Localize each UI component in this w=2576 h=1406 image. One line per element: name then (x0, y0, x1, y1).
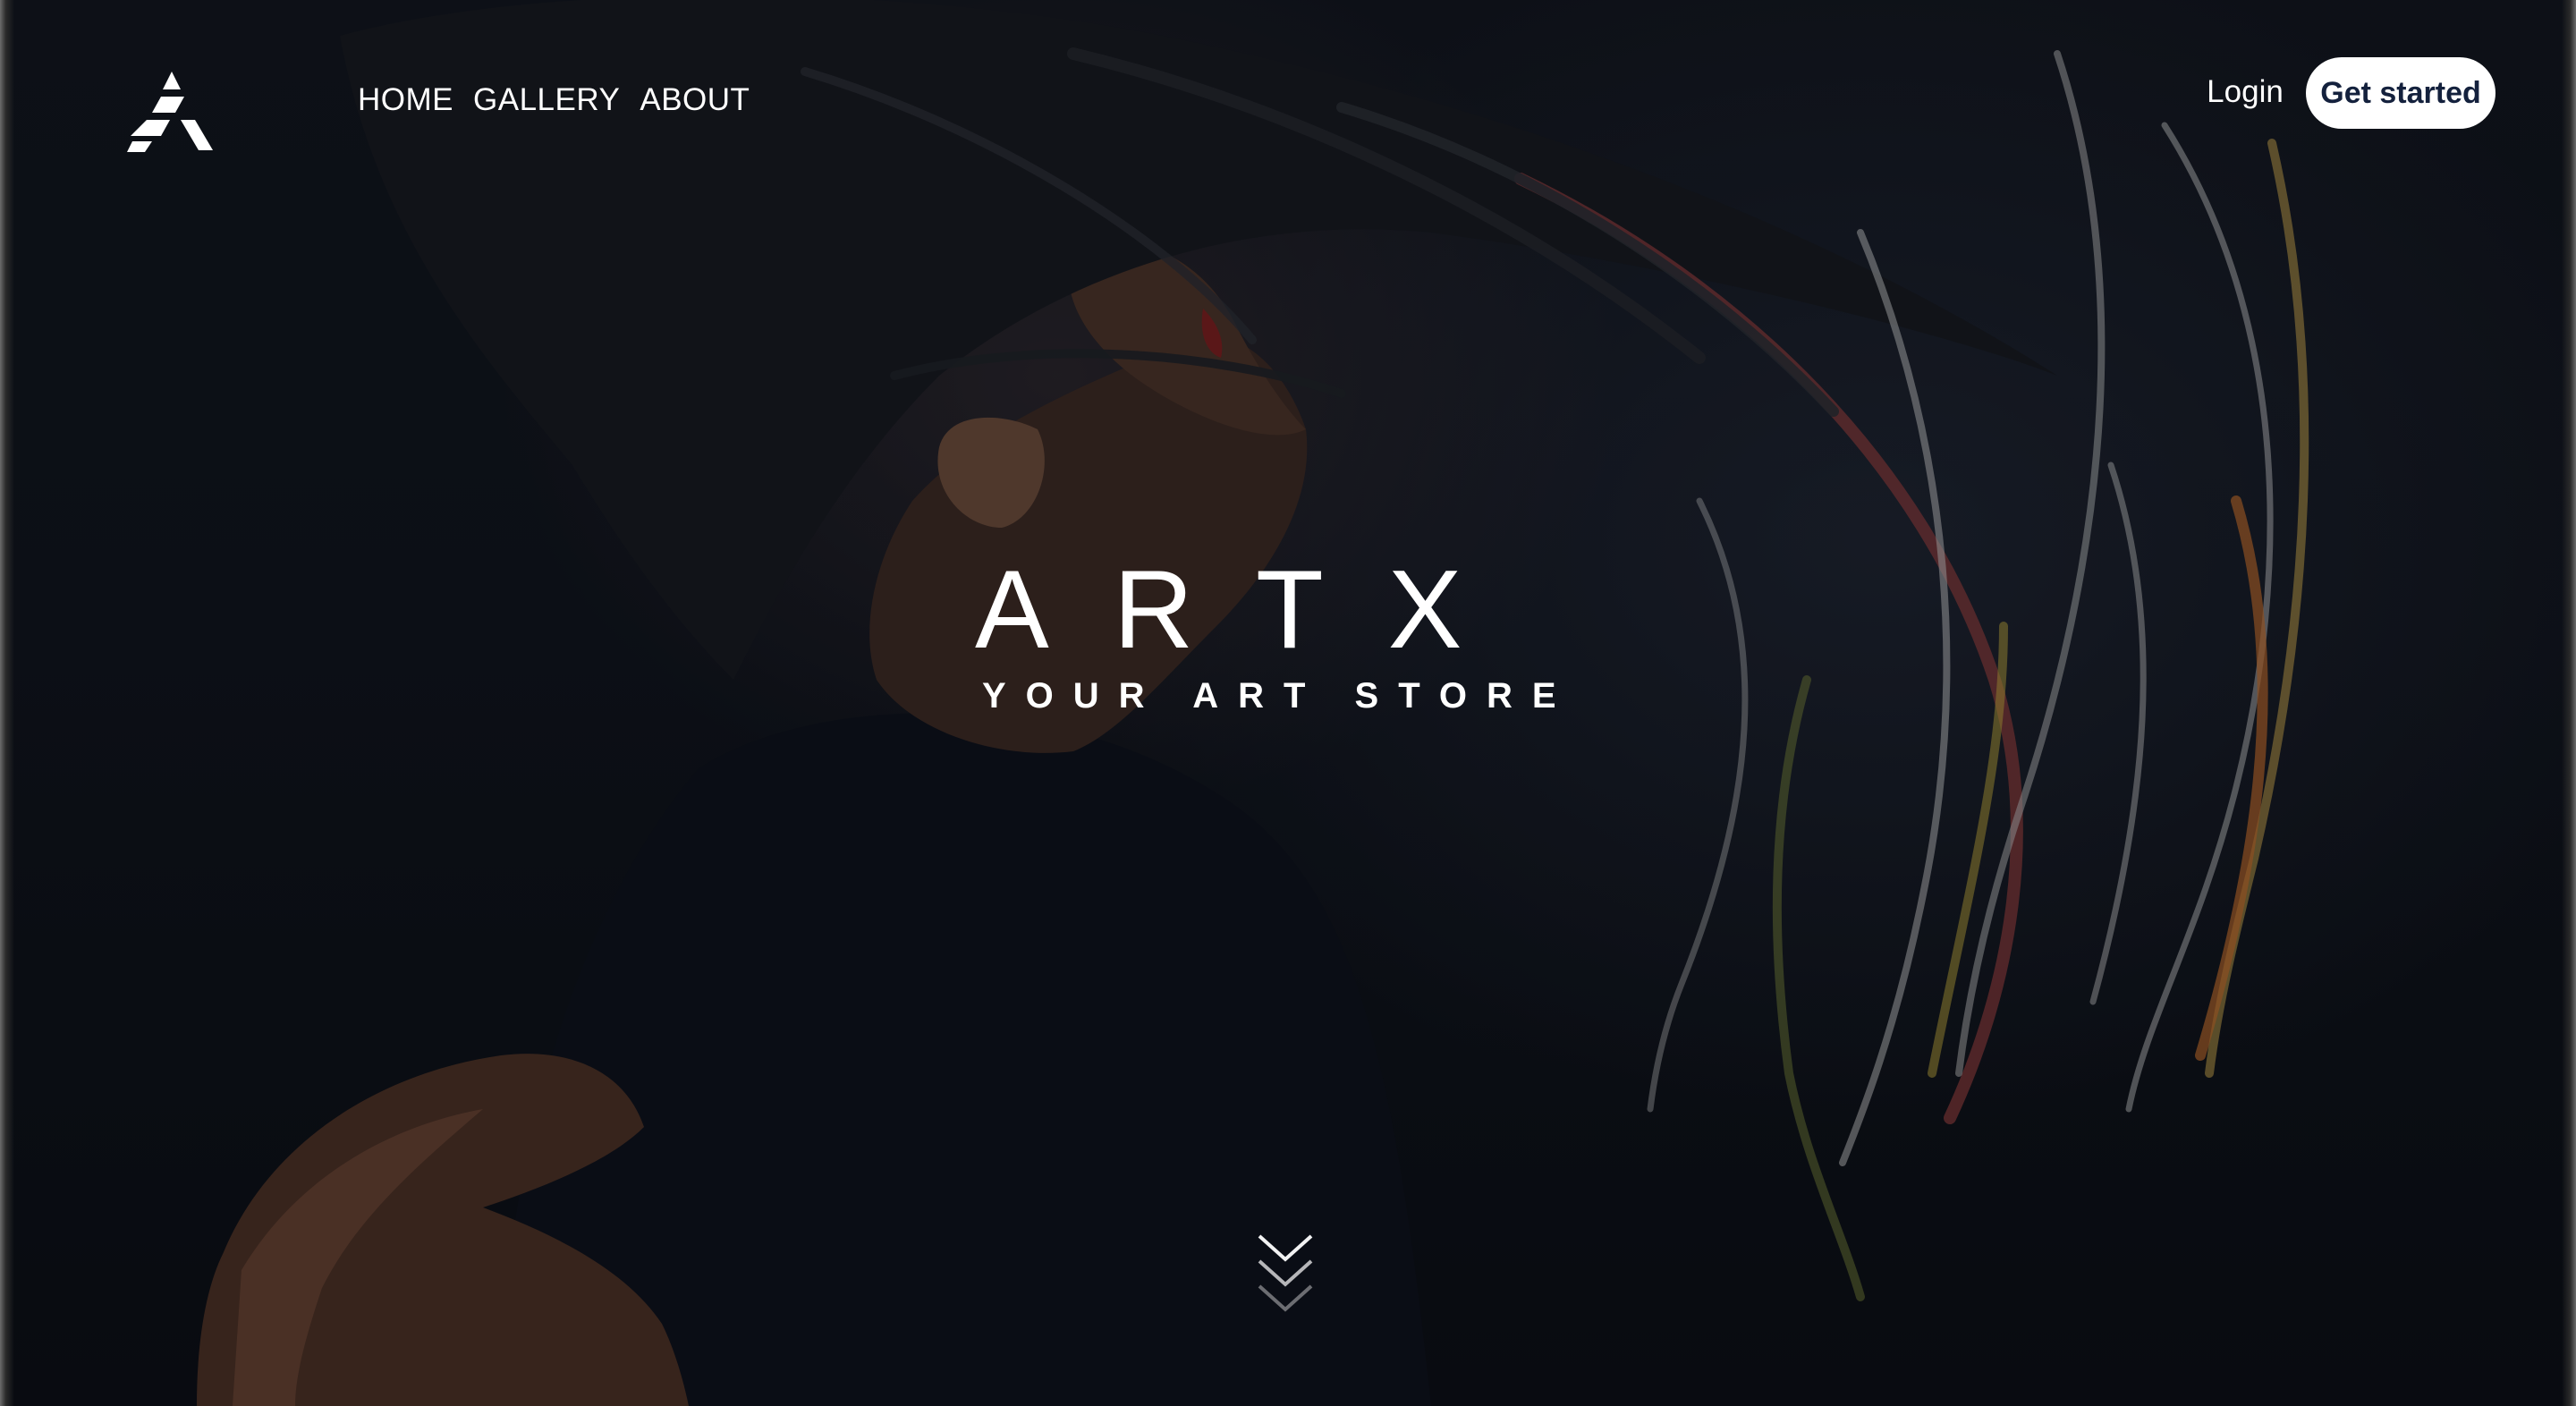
get-started-button[interactable]: Get started (2306, 57, 2496, 129)
nav-links: HOME GALLERY ABOUT (358, 82, 750, 118)
landing-page: HOME GALLERY ABOUT Login Get started ART… (0, 0, 2576, 1406)
triple-chevron-down-icon[interactable] (1256, 1231, 1315, 1317)
hero-subtitle: YOUR ART STORE (982, 676, 1576, 716)
nav-link-about[interactable]: ABOUT (640, 82, 750, 118)
window-edge-left (0, 0, 14, 1406)
nav-link-gallery[interactable]: GALLERY (473, 82, 620, 118)
top-navigation: HOME GALLERY ABOUT Login Get started (0, 0, 2576, 179)
nav-link-home[interactable]: HOME (358, 82, 453, 118)
artx-logo-icon[interactable] (125, 70, 218, 152)
login-link[interactable]: Login (2182, 72, 2308, 113)
hero-title: ARTX (975, 548, 1527, 672)
window-edge-right (2562, 0, 2576, 1406)
